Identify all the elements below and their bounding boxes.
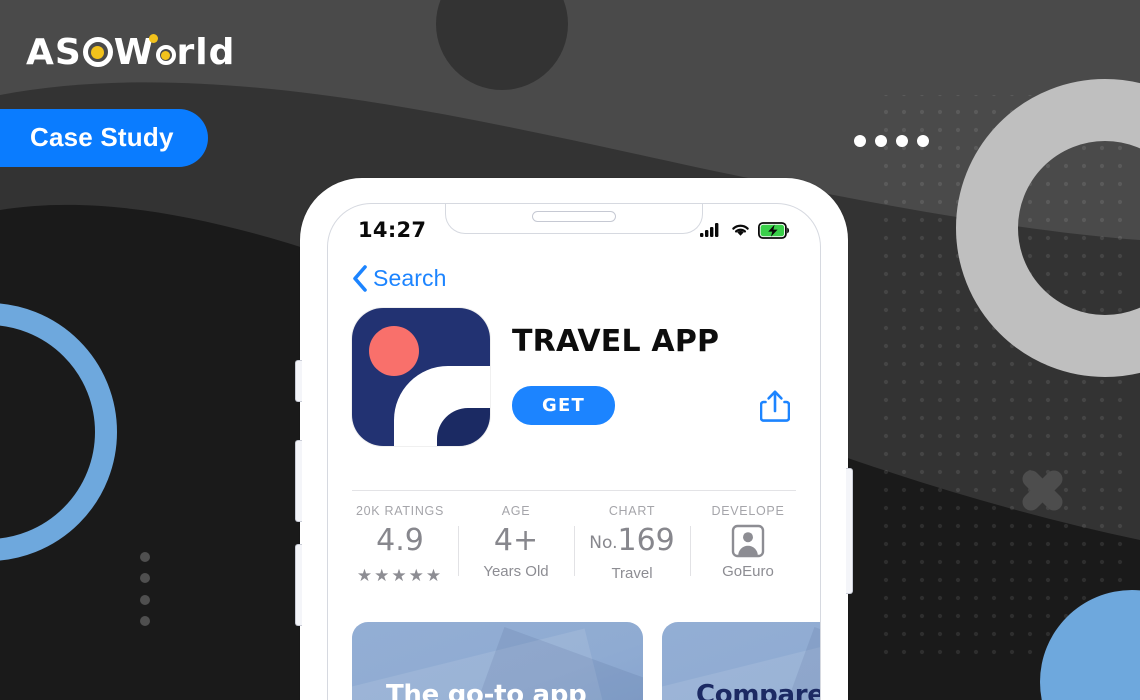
stat-developer: DEVELOPE GoEuro bbox=[690, 504, 806, 586]
brand-logo-text: AS Wrld bbox=[26, 30, 235, 76]
case-study-badge: Case Study bbox=[0, 109, 208, 167]
app-title: TRAVEL APP bbox=[512, 324, 720, 359]
phone-silent-switch[interactable] bbox=[295, 360, 302, 402]
phone-power-button[interactable] bbox=[846, 468, 853, 594]
share-button[interactable] bbox=[759, 389, 791, 423]
phone-screen: 14:27 Search TRAVEL APP GET 20K RATINGS … bbox=[327, 203, 821, 700]
rating-stars: ★★★★★ bbox=[356, 566, 444, 585]
travel-app-icon[interactable] bbox=[352, 308, 490, 446]
app-actions: GET bbox=[512, 386, 796, 425]
share-icon[interactable] bbox=[759, 389, 791, 423]
app-header: TRAVEL APP GET bbox=[328, 308, 820, 446]
preview-card-text: Compare travel op bbox=[696, 680, 821, 700]
stat-age: AGE 4+ Years Old bbox=[458, 504, 574, 586]
stat-label: CHART bbox=[608, 504, 656, 518]
developer-icon-wrap bbox=[696, 524, 800, 558]
brand-o-small-icon bbox=[155, 45, 176, 65]
status-bar-time: 14:27 bbox=[358, 218, 427, 242]
header-divider bbox=[352, 490, 796, 491]
brand-text-aso: AS bbox=[26, 32, 82, 73]
decor-x-icon bbox=[1022, 470, 1063, 511]
stat-value: 4+ bbox=[493, 523, 539, 558]
stat-ratings: 20K RATINGS 4.9 ★★★★★ bbox=[342, 504, 458, 586]
brand-logo: AS Wrld bbox=[26, 30, 235, 76]
stat-value-number: 169 bbox=[617, 523, 675, 558]
wifi-icon bbox=[732, 224, 749, 236]
signal-bars-icon bbox=[700, 223, 719, 237]
stat-sub: Years Old bbox=[483, 563, 549, 580]
stat-value: 4.9 bbox=[376, 523, 424, 558]
stat-value: No.169 bbox=[580, 524, 684, 560]
status-bar-icons bbox=[700, 221, 790, 239]
stat-label: AGE bbox=[501, 504, 531, 518]
back-to-search-link[interactable]: Search bbox=[373, 265, 446, 292]
brand-text-rld: rld bbox=[176, 32, 236, 73]
brand-o-icon bbox=[82, 37, 113, 67]
phone-volume-down-button[interactable] bbox=[295, 544, 302, 626]
navigation-bar: Search bbox=[328, 256, 820, 300]
battery-charging-icon bbox=[758, 221, 790, 239]
phone-body: 14:27 Search TRAVEL APP GET 20K RATINGS … bbox=[295, 178, 853, 700]
stat-sub: Travel bbox=[611, 565, 653, 582]
status-bar: 14:27 bbox=[328, 204, 820, 256]
stat-value-prefix: No. bbox=[589, 533, 618, 553]
stat-label: DEVELOPE bbox=[711, 504, 785, 518]
developer-person-icon bbox=[731, 524, 765, 558]
stat-sub: GoEuro bbox=[722, 563, 774, 580]
spark-dot-icon bbox=[149, 34, 158, 43]
preview-card-text: The go-to app for travell bbox=[386, 680, 587, 700]
app-meta: TRAVEL APP GET bbox=[512, 308, 796, 446]
app-preview-cards: The go-to app for travell Compare travel… bbox=[352, 622, 820, 700]
get-button[interactable]: GET bbox=[512, 386, 615, 425]
phone-mockup: 14:27 Search TRAVEL APP GET 20K RATINGS … bbox=[295, 178, 853, 700]
stat-label: 20K RATINGS bbox=[355, 504, 445, 518]
preview-card[interactable]: The go-to app for travell bbox=[352, 622, 643, 700]
chevron-left-icon[interactable] bbox=[352, 264, 368, 292]
preview-card[interactable]: Compare travel op bbox=[662, 622, 821, 700]
app-icon-red-dot bbox=[369, 326, 419, 376]
stat-chart: CHART No.169 Travel bbox=[574, 504, 690, 586]
case-study-label: Case Study bbox=[30, 122, 174, 152]
app-stats-row: 20K RATINGS 4.9 ★★★★★ AGE 4+ Years Old C… bbox=[328, 504, 820, 586]
phone-volume-up-button[interactable] bbox=[295, 440, 302, 522]
